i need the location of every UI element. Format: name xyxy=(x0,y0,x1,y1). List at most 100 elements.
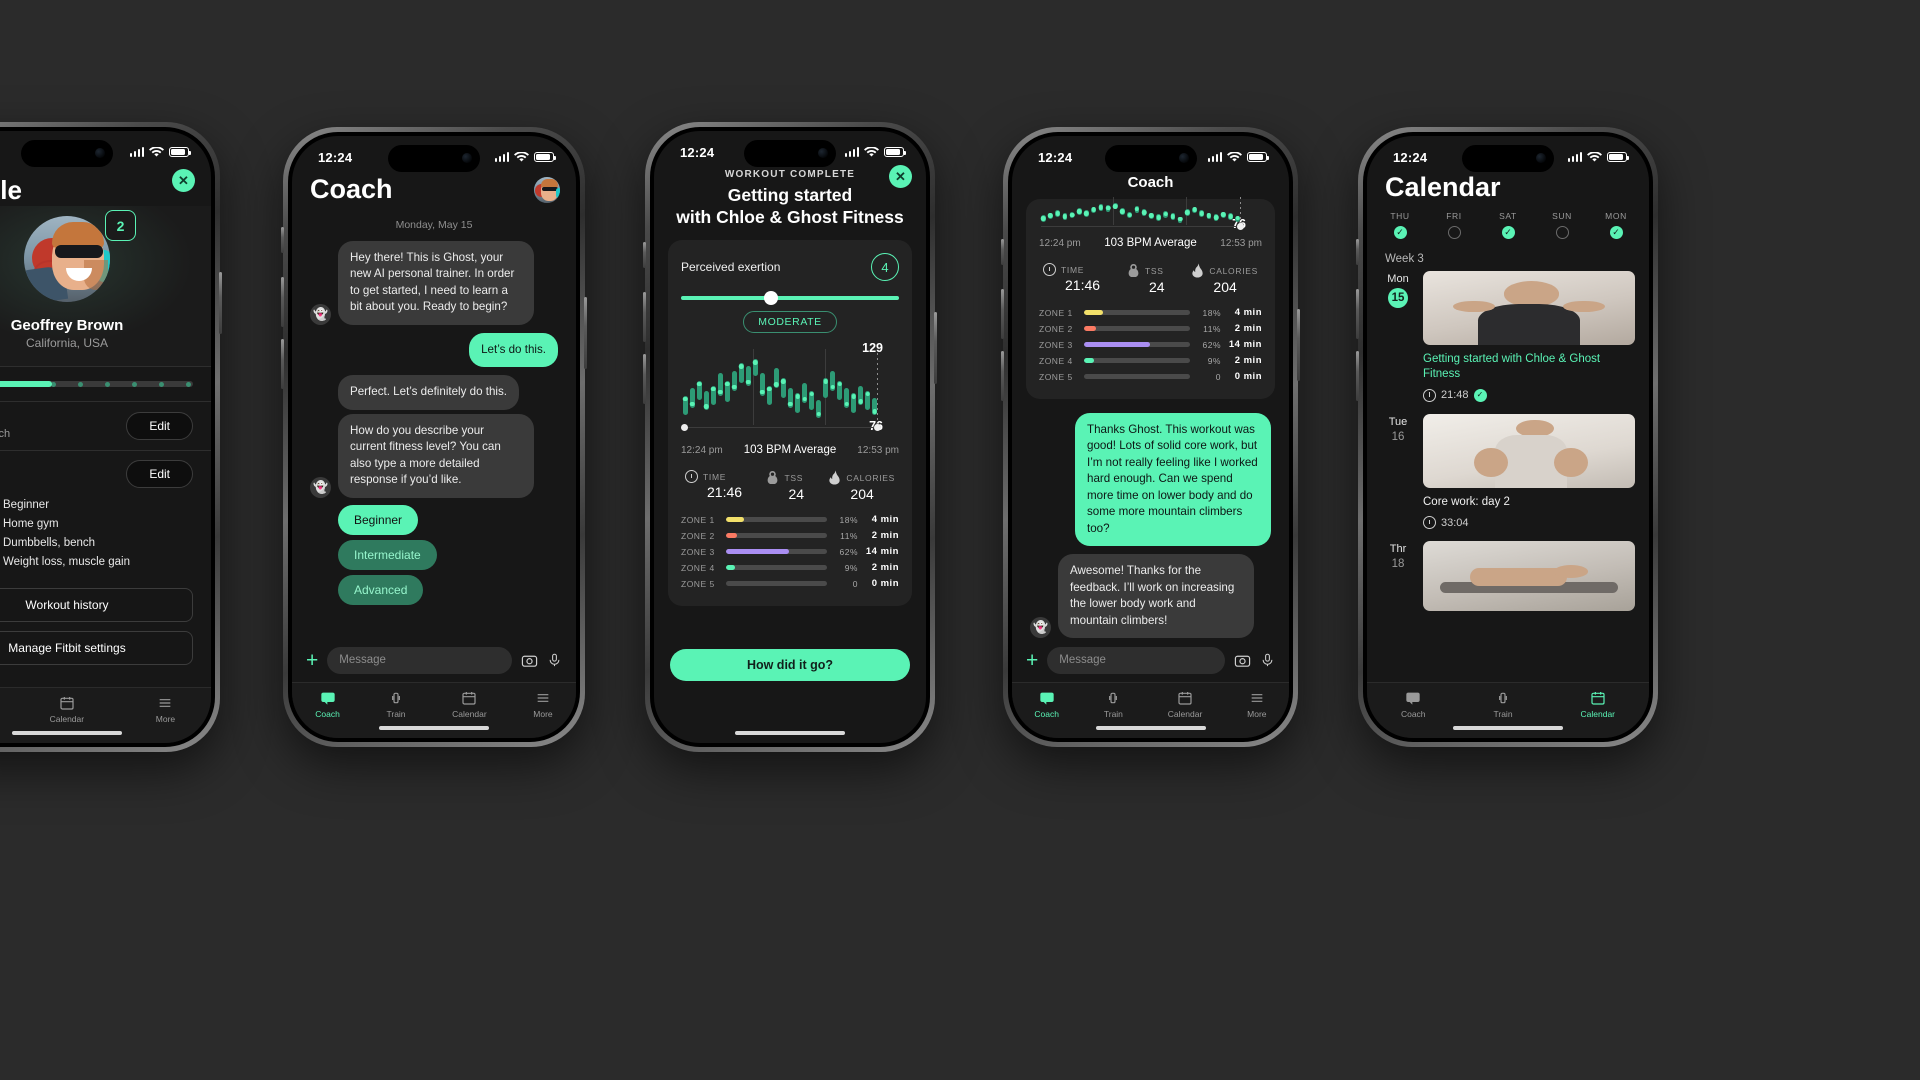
fitbit-settings-button[interactable]: Manage Fitbit settings xyxy=(0,630,193,665)
flame-icon xyxy=(1192,263,1204,278)
home-indicator xyxy=(1095,726,1206,730)
hr-candle xyxy=(1228,213,1233,221)
quick-reply-intermediate[interactable]: Intermediate xyxy=(338,539,437,570)
tab-calendar[interactable]: Calendar xyxy=(1581,690,1615,719)
workout-stats: TIME 21:46 TSS 24 CALORIES 204 xyxy=(1039,263,1262,295)
event-title[interactable]: Getting started with Chloe & Ghost Fitne… xyxy=(1423,352,1635,383)
microphone-icon[interactable] xyxy=(1260,652,1275,669)
list-item[interactable]: Tue 16 Core work: day 2 33:04 xyxy=(1367,413,1649,541)
tab-train[interactable]: Train xyxy=(386,690,406,719)
progress-bar xyxy=(0,367,193,401)
tab-coach[interactable]: Coach xyxy=(1401,690,1426,719)
plus-icon[interactable]: + xyxy=(306,650,318,671)
event-title[interactable]: Core work: day 2 xyxy=(1423,495,1635,510)
stat-time: TIME 21:46 xyxy=(1043,263,1100,295)
profile-hero: 2 Geoffrey Brown California, USA xyxy=(0,206,211,366)
microphone-icon[interactable] xyxy=(547,652,562,669)
table-row: ZONE 5 0 0 min xyxy=(1039,371,1262,382)
hr-start-time: 12:24 pm xyxy=(1039,237,1081,249)
message-input[interactable]: Message xyxy=(327,646,512,674)
hr-candle xyxy=(683,395,688,416)
perceived-exertion-label: Perceived exertion xyxy=(681,260,781,275)
wifi-icon xyxy=(514,151,529,162)
tab-calendar[interactable]: Calendar xyxy=(50,695,84,724)
workout-history-button[interactable]: Workout history xyxy=(0,587,193,622)
hr-candle xyxy=(1134,205,1140,213)
camera-icon[interactable] xyxy=(521,652,538,669)
quick-reply-advanced[interactable]: Advanced xyxy=(338,574,424,605)
close-icon[interactable]: ✕ xyxy=(889,165,912,188)
hr-candle xyxy=(1185,209,1190,216)
zone-time: 2 min xyxy=(1234,323,1262,334)
week-day-mon[interactable]: MON ✓ xyxy=(1601,211,1631,239)
tab-more[interactable]: More xyxy=(156,695,175,724)
list-item[interactable]: Thr 18 xyxy=(1367,541,1649,623)
hr-candle xyxy=(711,385,716,406)
hr-candle xyxy=(1221,211,1226,219)
exertion-slider[interactable] xyxy=(681,291,899,306)
message-input[interactable]: Message xyxy=(1047,646,1225,674)
hr-candle xyxy=(781,378,786,398)
hr-candle xyxy=(718,373,723,396)
cellular-bars-icon xyxy=(1207,152,1222,162)
hr-candle xyxy=(760,373,765,396)
phone-calendar: 12:24 Calendar THU ✓ FRI SAT ✓ SUN MON ✓ We… xyxy=(1356,127,1658,747)
zone-percent: 62% xyxy=(839,546,858,557)
tab-train[interactable]: Train xyxy=(1104,690,1123,719)
message-row: 👻 Awesome! Thanks for the feedback. I’ll… xyxy=(1030,554,1271,638)
battery-icon xyxy=(884,147,906,157)
zone-percent: 62% xyxy=(1202,339,1221,350)
battery-icon xyxy=(534,152,556,162)
camera-icon[interactable] xyxy=(1234,652,1251,669)
page-title: Profile xyxy=(0,175,22,205)
hr-candle xyxy=(1041,215,1046,222)
composer: + Message xyxy=(1012,638,1289,682)
coach-name: Chloe Ting xyxy=(0,413,10,427)
hr-candle xyxy=(753,359,758,376)
hr-candle xyxy=(837,380,842,401)
edit-prefs-button[interactable]: Edit xyxy=(126,460,193,488)
home-indicator xyxy=(379,726,489,730)
tab-more[interactable]: More xyxy=(533,690,553,719)
table-row: ZONE 1 18% 4 min xyxy=(1039,307,1262,318)
tab-calendar[interactable]: Calendar xyxy=(1168,690,1202,719)
hr-candle xyxy=(1105,205,1111,212)
quick-reply-beginner[interactable]: Beginner xyxy=(338,504,419,535)
hr-candle xyxy=(1177,216,1183,223)
table-row: ZONE 4 9% 2 min xyxy=(1039,355,1262,366)
week-day-thu[interactable]: THU ✓ xyxy=(1385,211,1415,239)
hr-candle xyxy=(1113,203,1118,209)
list-item[interactable]: Mon 15 Getting started with Chloe & Ghos… xyxy=(1367,271,1649,414)
tab-train[interactable]: Train xyxy=(1494,690,1513,719)
week-day-sat[interactable]: SAT ✓ xyxy=(1493,211,1523,239)
status-bar: 12:24 xyxy=(1012,136,1289,170)
workout-summary-card[interactable]: 76 12:24 pm 103 BPM Average 12:53 pm xyxy=(1026,197,1275,399)
tab-calendar[interactable]: Calendar xyxy=(452,690,487,719)
hr-candle xyxy=(1192,206,1197,214)
hr-candle xyxy=(1141,209,1147,216)
tab-more[interactable]: More xyxy=(1247,690,1267,719)
user-location: California, USA xyxy=(25,336,109,350)
ghost-avatar-icon: 👻 xyxy=(310,476,331,498)
week-day-sun[interactable]: SUN xyxy=(1547,211,1577,239)
zone-name: ZONE 1 xyxy=(1039,307,1073,318)
hr-candle xyxy=(1091,206,1096,214)
hr-candle xyxy=(1048,212,1053,220)
event-duration: 21:48 xyxy=(1441,389,1469,402)
message-row: Thanks Ghost. This workout was good! Lot… xyxy=(1030,413,1271,547)
week-day-fri[interactable]: FRI xyxy=(1439,211,1469,239)
plus-icon[interactable]: + xyxy=(1026,650,1038,671)
hr-candle xyxy=(1170,213,1176,221)
ghost-avatar-icon: 👻 xyxy=(1030,616,1051,638)
avatar[interactable] xyxy=(534,176,560,203)
tab-coach[interactable]: Coach xyxy=(1034,690,1059,719)
close-icon[interactable]: ✕ xyxy=(172,169,195,192)
edit-coach-button[interactable]: Edit xyxy=(126,412,193,440)
tab-coach[interactable]: Coach xyxy=(315,690,340,719)
heart-rate-chart: 129 76 xyxy=(681,341,899,441)
status-time: 12:24 xyxy=(680,144,715,160)
coach-subtitle: Current coach xyxy=(0,427,11,440)
stat-tss: TSS 24 xyxy=(1127,263,1165,295)
cellular-bars-icon xyxy=(494,152,509,162)
how-did-it-go-button[interactable]: How did it go? xyxy=(670,649,910,681)
